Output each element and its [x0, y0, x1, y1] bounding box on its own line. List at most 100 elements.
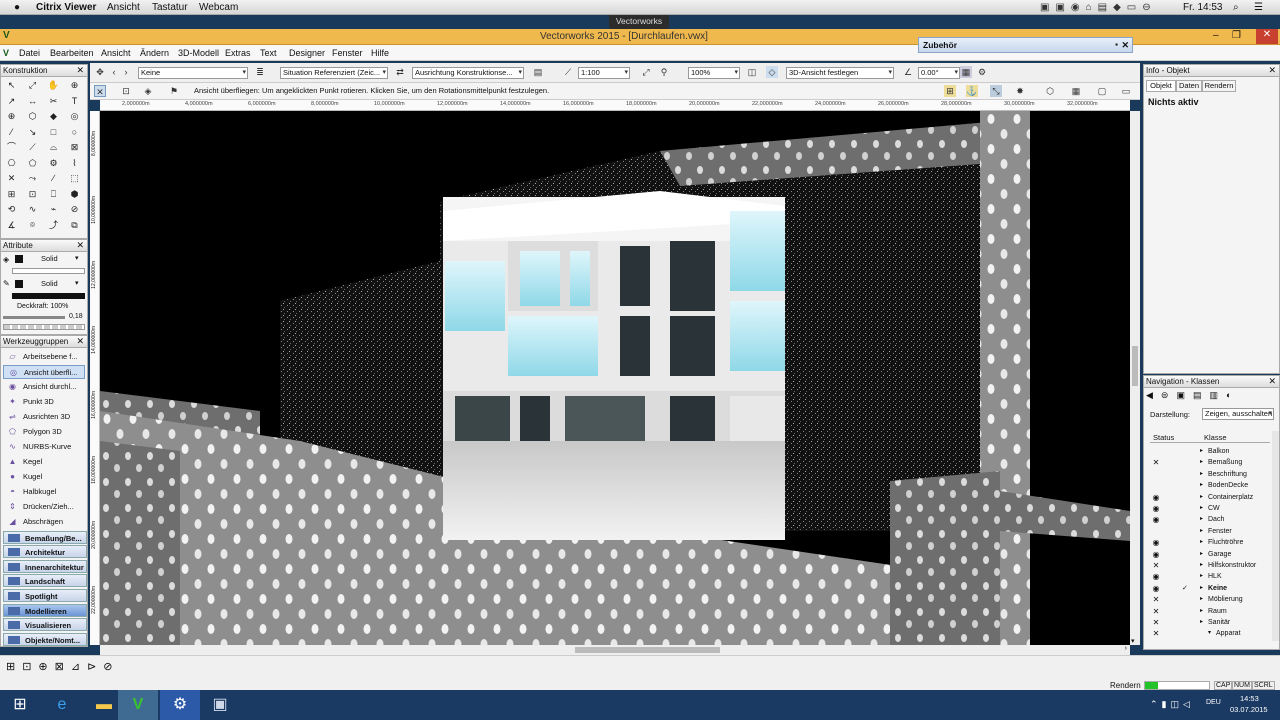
expand-triangle-icon[interactable]: ▸	[1200, 549, 1203, 560]
palette-landschaft[interactable]: Landschaft	[3, 574, 87, 587]
drawing-tool-9-icon[interactable]: ⬡	[26, 110, 39, 123]
visible-eye-icon[interactable]: ◉	[1150, 537, 1162, 548]
scroll-thumb[interactable]	[575, 647, 720, 653]
tab-daten[interactable]: Daten	[1176, 80, 1202, 92]
taskbar-date[interactable]: 03.07.2015	[1230, 705, 1268, 714]
fill-style-label[interactable]: Solid	[41, 254, 58, 263]
drawing-tool-35-icon[interactable]: ⊘	[68, 203, 81, 216]
drawing-tool-24-icon[interactable]: ✕	[5, 172, 18, 185]
view-cube-icon[interactable]: ◫	[746, 66, 758, 78]
drawing-tool-15-icon[interactable]: ○	[68, 126, 81, 139]
class-row[interactable]: ✕ ▸ Bemaßung	[1150, 457, 1270, 468]
menu-designer[interactable]: Designer	[289, 48, 325, 58]
drawing-tool-38-icon[interactable]: ⤴	[47, 219, 60, 232]
menu-tastatur[interactable]: Tastatur	[152, 1, 188, 14]
col-klasse[interactable]: Klasse	[1204, 433, 1227, 442]
drawing-tool-30-icon[interactable]: ⎕	[47, 188, 60, 201]
settings-gear-icon[interactable]: ⚙	[976, 66, 988, 78]
menu-fenster[interactable]: Fenster	[332, 48, 363, 58]
tool-ansicht-ueberfliegen[interactable]: ◎ Ansicht überfli...	[3, 365, 85, 379]
smart-point-icon[interactable]: ✸	[1014, 85, 1026, 97]
hidden-x-icon[interactable]: ✕	[1150, 628, 1162, 639]
drawing-tool-22-icon[interactable]: ⚙	[47, 157, 60, 170]
darstellung-select[interactable]: Zeigen, ausschalten	[1202, 408, 1274, 420]
orientation-select[interactable]: Ausrichtung Konstruktionse...	[412, 67, 524, 79]
hidden-x-icon[interactable]: ✕	[1150, 594, 1162, 605]
3d-view-icon[interactable]: ◇	[766, 66, 778, 78]
close-icon[interactable]: ✕	[76, 65, 84, 76]
layer-select[interactable]: Keine	[138, 67, 248, 79]
expand-triangle-icon[interactable]: ▸	[1200, 526, 1203, 537]
internet-explorer-icon[interactable]: e	[42, 690, 82, 720]
palette-modellieren[interactable]: Modellieren	[3, 604, 87, 617]
marker-preview[interactable]	[3, 324, 85, 330]
opacity-label[interactable]: Deckkraft: 100%	[17, 303, 68, 310]
expand-triangle-icon[interactable]: ▸	[1200, 480, 1203, 491]
palette-bemassung[interactable]: Bemaßung/Be...	[3, 531, 87, 544]
page-icon[interactable]: ▤	[532, 66, 544, 78]
tool-kegel[interactable]: ▲ Kegel	[3, 455, 85, 469]
class-row[interactable]: ✕ ▸ Sanitär	[1150, 617, 1270, 628]
tab-objekt[interactable]: Objekt	[1146, 80, 1176, 92]
class-row[interactable]: ✓ ◉ ▸ Keine	[1150, 583, 1270, 594]
hidden-x-icon[interactable]: ✕	[1150, 560, 1162, 571]
drawing-tool-5-icon[interactable]: ↔	[26, 95, 39, 108]
visible-eye-icon[interactable]: ◉	[1150, 549, 1162, 560]
drawing-tool-26-icon[interactable]: ∕	[47, 172, 60, 185]
visible-eye-icon[interactable]: ◉	[1150, 492, 1162, 503]
language-indicator[interactable]: DEU	[1206, 699, 1221, 706]
tool-arbeitsebene[interactable]: ▱ Arbeitsebene f...	[3, 350, 85, 364]
drawing-tool-6-icon[interactable]: ✂	[47, 95, 60, 108]
class-row[interactable]: ◉ ▸ Dach	[1150, 514, 1270, 525]
drawing-tool-28-icon[interactable]: ⊞	[5, 188, 18, 201]
palette-architektur[interactable]: Architektur	[3, 545, 87, 558]
line-thickness-bar[interactable]	[3, 316, 65, 319]
drawing-tool-7-icon[interactable]: T	[68, 95, 81, 108]
rotate-icon[interactable]: ✋	[47, 79, 60, 92]
palette-visualisieren[interactable]: Visualisieren	[3, 618, 87, 631]
palette-innenarchitektur[interactable]: Innenarchitektur	[3, 560, 87, 573]
visible-eye-icon[interactable]: ◉	[1150, 583, 1162, 594]
drawing-tool-34-icon[interactable]: ⌁	[47, 203, 60, 216]
navigation-toolbar[interactable]: ◀⊜▣▤▥◐	[1146, 390, 1279, 404]
class-row[interactable]: ◉ ▸ CW	[1150, 503, 1270, 514]
menu-text[interactable]: Text	[260, 48, 277, 58]
view-select[interactable]: 3D-Ansicht festlegen	[786, 67, 894, 79]
menu-ansicht-mac[interactable]: Ansicht	[107, 1, 140, 14]
zoom-icon[interactable]: ⚲	[658, 66, 670, 78]
windows-start-icon[interactable]: ⊞	[0, 690, 40, 720]
expand-triangle-icon[interactable]: ▸	[1200, 594, 1203, 605]
visible-eye-icon[interactable]: ◉	[1150, 571, 1162, 582]
tool-ansicht-durchlaufen[interactable]: ◉ Ansicht durchl...	[3, 380, 85, 394]
close-icon[interactable]: ✕	[76, 336, 84, 347]
class-row[interactable]: ◉ ▸ Containerplatz	[1150, 492, 1270, 503]
close-button[interactable]: ✕	[1256, 29, 1278, 44]
drawing-tool-4-icon[interactable]: ↗	[5, 95, 18, 108]
status-icons[interactable]: ▣▣◉⌂▤◆▭⊖	[1040, 1, 1157, 14]
tool-druecken-ziehen[interactable]: ⇕ Drücken/Zieh...	[3, 500, 85, 514]
citrix-viewer-tab[interactable]: Vectorworks	[609, 15, 669, 29]
expand-triangle-icon[interactable]: ▸	[1200, 514, 1203, 525]
forward-arrow-icon[interactable]: ›	[120, 66, 132, 78]
snap-toolbar[interactable]: ⊞⊡⊕⊠⊿⊳⊘	[6, 660, 120, 673]
tab-rendern[interactable]: Rendern	[1202, 80, 1236, 92]
snap-surface-icon[interactable]: ⬡	[1044, 85, 1056, 97]
menu-3d-modell[interactable]: 3D-Modell	[178, 48, 219, 58]
class-row[interactable]: ◉ ▸ HLK	[1150, 571, 1270, 582]
drawing-tool-13-icon[interactable]: ↘	[26, 126, 39, 139]
zoom-icon[interactable]: ⊕	[68, 79, 81, 92]
layers-icon[interactable]: ≣	[254, 66, 266, 78]
drawing-tool-17-icon[interactable]: ⟋	[26, 141, 39, 154]
angle-icon[interactable]: ∠	[902, 66, 914, 78]
class-row[interactable]: ▸ BodenDecke	[1150, 480, 1270, 491]
expand-triangle-icon[interactable]: ▸	[1200, 469, 1203, 480]
apple-icon[interactable]: ●	[14, 1, 20, 14]
move-icon[interactable]: ✥	[94, 66, 106, 78]
chevron-down-icon[interactable]: ▾	[75, 279, 79, 287]
drawing-tool-39-icon[interactable]: ⧉	[68, 219, 81, 232]
close-icon[interactable]: ✕	[1268, 376, 1276, 387]
selection-icon[interactable]: ↖	[5, 79, 18, 92]
drawing-tool-23-icon[interactable]: ⌇	[68, 157, 81, 170]
menu-bearbeiten[interactable]: Bearbeiten	[50, 48, 94, 58]
tray-icons[interactable]: ⌃▮◫◁	[1150, 699, 1194, 710]
